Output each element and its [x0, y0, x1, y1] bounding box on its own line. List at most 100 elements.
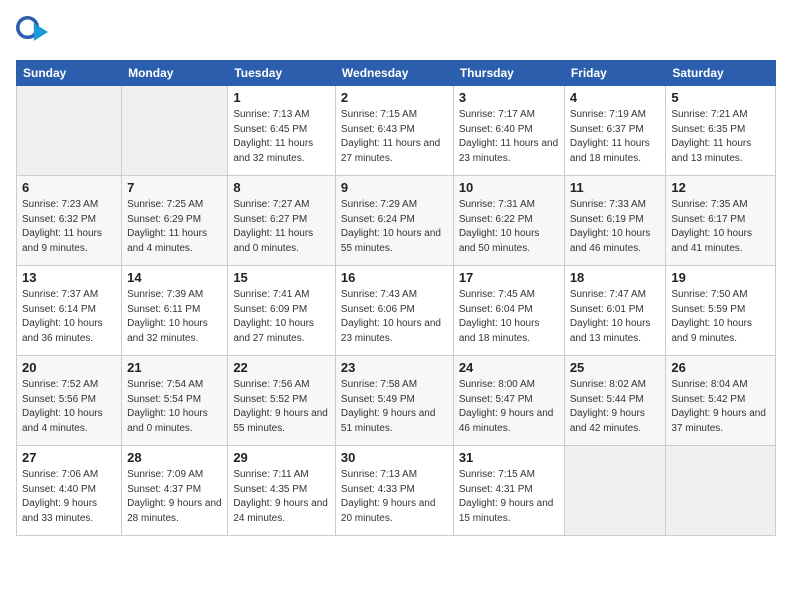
day-number: 31: [459, 450, 559, 465]
weekday-header-monday: Monday: [122, 61, 228, 86]
day-info: Sunrise: 7:11 AMSunset: 4:35 PMDaylight:…: [233, 468, 330, 526]
day-info: Sunrise: 7:19 AMSunset: 6:37 PMDaylight:…: [570, 108, 661, 166]
logo-icon: [16, 16, 48, 48]
day-number: 3: [459, 90, 559, 105]
day-info: Sunrise: 7:41 AMSunset: 6:09 PMDaylight:…: [233, 288, 330, 346]
calendar-cell: 7 Sunrise: 7:25 AMSunset: 6:29 PMDayligh…: [122, 176, 228, 266]
page-header: [16, 16, 776, 48]
calendar-cell: 15 Sunrise: 7:41 AMSunset: 6:09 PMDaylig…: [228, 266, 336, 356]
calendar-cell: 5 Sunrise: 7:21 AMSunset: 6:35 PMDayligh…: [666, 86, 776, 176]
day-info: Sunrise: 7:43 AMSunset: 6:06 PMDaylight:…: [341, 288, 448, 346]
day-number: 2: [341, 90, 448, 105]
calendar-cell: 25 Sunrise: 8:02 AMSunset: 5:44 PMDaylig…: [564, 356, 666, 446]
calendar-cell: 31 Sunrise: 7:15 AMSunset: 4:31 PMDaylig…: [453, 446, 564, 536]
day-info: Sunrise: 7:56 AMSunset: 5:52 PMDaylight:…: [233, 378, 330, 436]
day-info: Sunrise: 7:47 AMSunset: 6:01 PMDaylight:…: [570, 288, 661, 346]
calendar-cell: [666, 446, 776, 536]
calendar-cell: 22 Sunrise: 7:56 AMSunset: 5:52 PMDaylig…: [228, 356, 336, 446]
day-number: 15: [233, 270, 330, 285]
day-number: 1: [233, 90, 330, 105]
day-number: 7: [127, 180, 222, 195]
day-info: Sunrise: 7:15 AMSunset: 6:43 PMDaylight:…: [341, 108, 448, 166]
weekday-header-tuesday: Tuesday: [228, 61, 336, 86]
day-number: 17: [459, 270, 559, 285]
calendar-cell: [17, 86, 122, 176]
day-number: 27: [22, 450, 116, 465]
day-number: 20: [22, 360, 116, 375]
day-number: 18: [570, 270, 661, 285]
calendar-cell: 28 Sunrise: 7:09 AMSunset: 4:37 PMDaylig…: [122, 446, 228, 536]
day-info: Sunrise: 7:27 AMSunset: 6:27 PMDaylight:…: [233, 198, 330, 256]
day-info: Sunrise: 7:17 AMSunset: 6:40 PMDaylight:…: [459, 108, 559, 166]
calendar-week-row: 13 Sunrise: 7:37 AMSunset: 6:14 PMDaylig…: [17, 266, 776, 356]
calendar-cell: 6 Sunrise: 7:23 AMSunset: 6:32 PMDayligh…: [17, 176, 122, 266]
day-number: 9: [341, 180, 448, 195]
day-info: Sunrise: 7:35 AMSunset: 6:17 PMDaylight:…: [671, 198, 770, 256]
calendar-week-row: 20 Sunrise: 7:52 AMSunset: 5:56 PMDaylig…: [17, 356, 776, 446]
day-number: 14: [127, 270, 222, 285]
calendar-cell: 20 Sunrise: 7:52 AMSunset: 5:56 PMDaylig…: [17, 356, 122, 446]
weekday-header-sunday: Sunday: [17, 61, 122, 86]
calendar-cell: 8 Sunrise: 7:27 AMSunset: 6:27 PMDayligh…: [228, 176, 336, 266]
calendar-cell: 26 Sunrise: 8:04 AMSunset: 5:42 PMDaylig…: [666, 356, 776, 446]
day-info: Sunrise: 7:13 AMSunset: 6:45 PMDaylight:…: [233, 108, 330, 166]
day-number: 8: [233, 180, 330, 195]
day-info: Sunrise: 7:58 AMSunset: 5:49 PMDaylight:…: [341, 378, 448, 436]
day-number: 26: [671, 360, 770, 375]
day-number: 28: [127, 450, 222, 465]
calendar-cell: 23 Sunrise: 7:58 AMSunset: 5:49 PMDaylig…: [335, 356, 453, 446]
calendar-cell: [564, 446, 666, 536]
weekday-header-friday: Friday: [564, 61, 666, 86]
day-info: Sunrise: 7:25 AMSunset: 6:29 PMDaylight:…: [127, 198, 222, 256]
day-number: 19: [671, 270, 770, 285]
calendar-cell: 30 Sunrise: 7:13 AMSunset: 4:33 PMDaylig…: [335, 446, 453, 536]
weekday-header-row: SundayMondayTuesdayWednesdayThursdayFrid…: [17, 61, 776, 86]
calendar-cell: 21 Sunrise: 7:54 AMSunset: 5:54 PMDaylig…: [122, 356, 228, 446]
calendar-cell: 13 Sunrise: 7:37 AMSunset: 6:14 PMDaylig…: [17, 266, 122, 356]
calendar-cell: 18 Sunrise: 7:47 AMSunset: 6:01 PMDaylig…: [564, 266, 666, 356]
weekday-header-thursday: Thursday: [453, 61, 564, 86]
calendar-cell: 27 Sunrise: 7:06 AMSunset: 4:40 PMDaylig…: [17, 446, 122, 536]
day-info: Sunrise: 7:33 AMSunset: 6:19 PMDaylight:…: [570, 198, 661, 256]
day-number: 30: [341, 450, 448, 465]
calendar-cell: [122, 86, 228, 176]
day-info: Sunrise: 8:04 AMSunset: 5:42 PMDaylight:…: [671, 378, 770, 436]
day-info: Sunrise: 7:39 AMSunset: 6:11 PMDaylight:…: [127, 288, 222, 346]
day-info: Sunrise: 7:31 AMSunset: 6:22 PMDaylight:…: [459, 198, 559, 256]
day-number: 6: [22, 180, 116, 195]
calendar-cell: 16 Sunrise: 7:43 AMSunset: 6:06 PMDaylig…: [335, 266, 453, 356]
calendar-cell: 14 Sunrise: 7:39 AMSunset: 6:11 PMDaylig…: [122, 266, 228, 356]
day-info: Sunrise: 7:52 AMSunset: 5:56 PMDaylight:…: [22, 378, 116, 436]
day-number: 22: [233, 360, 330, 375]
calendar-cell: 1 Sunrise: 7:13 AMSunset: 6:45 PMDayligh…: [228, 86, 336, 176]
day-number: 29: [233, 450, 330, 465]
calendar-week-row: 27 Sunrise: 7:06 AMSunset: 4:40 PMDaylig…: [17, 446, 776, 536]
calendar-week-row: 1 Sunrise: 7:13 AMSunset: 6:45 PMDayligh…: [17, 86, 776, 176]
day-info: Sunrise: 7:13 AMSunset: 4:33 PMDaylight:…: [341, 468, 448, 526]
calendar-week-row: 6 Sunrise: 7:23 AMSunset: 6:32 PMDayligh…: [17, 176, 776, 266]
day-number: 23: [341, 360, 448, 375]
day-info: Sunrise: 7:37 AMSunset: 6:14 PMDaylight:…: [22, 288, 116, 346]
calendar-cell: 29 Sunrise: 7:11 AMSunset: 4:35 PMDaylig…: [228, 446, 336, 536]
day-info: Sunrise: 7:06 AMSunset: 4:40 PMDaylight:…: [22, 468, 116, 526]
day-number: 10: [459, 180, 559, 195]
day-info: Sunrise: 7:15 AMSunset: 4:31 PMDaylight:…: [459, 468, 559, 526]
day-number: 12: [671, 180, 770, 195]
day-info: Sunrise: 7:50 AMSunset: 5:59 PMDaylight:…: [671, 288, 770, 346]
calendar-cell: 10 Sunrise: 7:31 AMSunset: 6:22 PMDaylig…: [453, 176, 564, 266]
day-info: Sunrise: 8:02 AMSunset: 5:44 PMDaylight:…: [570, 378, 661, 436]
calendar-cell: 2 Sunrise: 7:15 AMSunset: 6:43 PMDayligh…: [335, 86, 453, 176]
calendar-cell: 19 Sunrise: 7:50 AMSunset: 5:59 PMDaylig…: [666, 266, 776, 356]
day-number: 13: [22, 270, 116, 285]
day-number: 25: [570, 360, 661, 375]
day-number: 21: [127, 360, 222, 375]
calendar-cell: 11 Sunrise: 7:33 AMSunset: 6:19 PMDaylig…: [564, 176, 666, 266]
day-number: 24: [459, 360, 559, 375]
day-number: 16: [341, 270, 448, 285]
calendar-cell: 17 Sunrise: 7:45 AMSunset: 6:04 PMDaylig…: [453, 266, 564, 356]
weekday-header-saturday: Saturday: [666, 61, 776, 86]
day-number: 5: [671, 90, 770, 105]
logo: [16, 16, 52, 48]
calendar-cell: 24 Sunrise: 8:00 AMSunset: 5:47 PMDaylig…: [453, 356, 564, 446]
calendar-cell: 12 Sunrise: 7:35 AMSunset: 6:17 PMDaylig…: [666, 176, 776, 266]
